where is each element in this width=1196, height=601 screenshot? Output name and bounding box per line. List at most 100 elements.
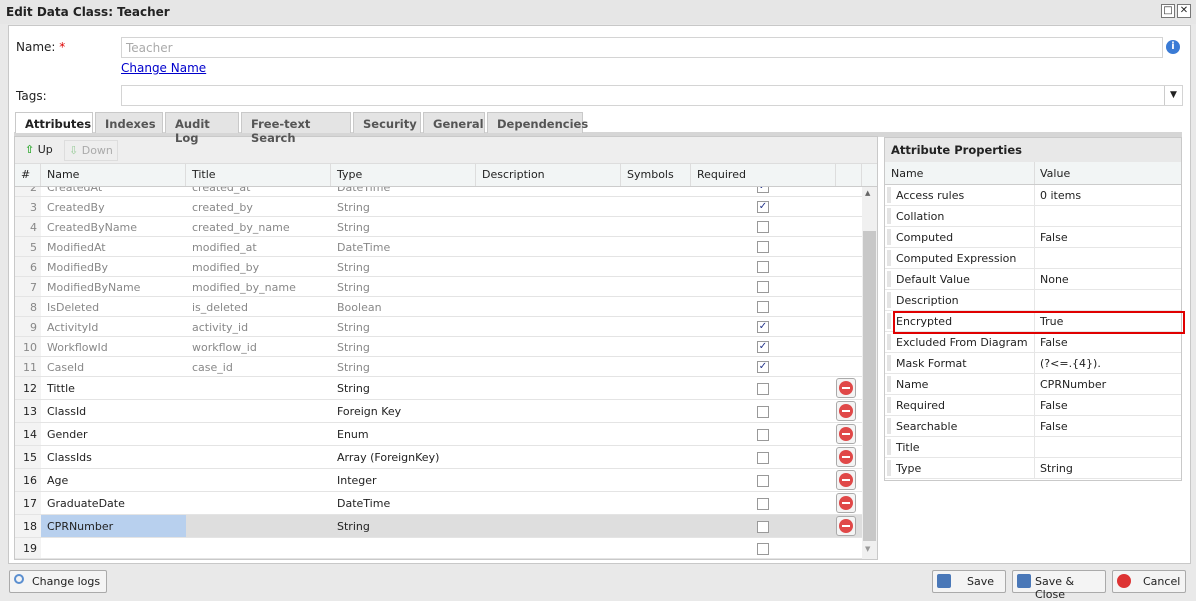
tab-audit-log[interactable]: Audit Log bbox=[165, 112, 239, 145]
cell-name[interactable]: ModifiedBy bbox=[41, 257, 186, 276]
required-checkbox[interactable]: ✓ bbox=[757, 187, 769, 193]
cell-title[interactable]: modified_at bbox=[192, 241, 257, 254]
property-row[interactable]: Required False bbox=[885, 395, 1181, 416]
table-row[interactable]: 11 CaseId case_id String ✓ bbox=[15, 357, 862, 377]
property-row[interactable]: Title bbox=[885, 437, 1181, 458]
cell-type[interactable]: String bbox=[337, 361, 370, 374]
cell-type[interactable]: String bbox=[337, 382, 370, 395]
cell-name[interactable]: ActivityId bbox=[41, 317, 186, 336]
property-value[interactable]: False bbox=[1040, 336, 1068, 349]
table-row[interactable]: 12 Tittle String bbox=[15, 377, 862, 400]
table-row[interactable]: 16 Age Integer bbox=[15, 469, 862, 492]
required-checkbox[interactable] bbox=[757, 451, 769, 464]
column-header-title[interactable]: Title bbox=[186, 164, 331, 186]
cell-name[interactable]: Tittle bbox=[41, 377, 186, 399]
delete-row-button[interactable] bbox=[836, 401, 856, 421]
cell-name[interactable]: Age bbox=[41, 469, 186, 491]
property-value[interactable]: CPRNumber bbox=[1040, 378, 1106, 391]
table-row[interactable]: 13 ClassId Foreign Key bbox=[15, 400, 862, 423]
cell-type[interactable]: Integer bbox=[337, 474, 377, 487]
cell-type[interactable]: String bbox=[337, 321, 370, 334]
table-row[interactable]: 9 ActivityId activity_id String ✓ bbox=[15, 317, 862, 337]
required-checkbox[interactable] bbox=[757, 221, 769, 233]
property-row[interactable]: Name CPRNumber bbox=[885, 374, 1181, 395]
cell-title[interactable]: modified_by_name bbox=[192, 281, 296, 294]
property-row[interactable]: Default Value None bbox=[885, 269, 1181, 290]
property-row[interactable]: Computed False bbox=[885, 227, 1181, 248]
up-button[interactable]: ⇧ Up bbox=[21, 140, 57, 161]
property-value[interactable]: String bbox=[1040, 462, 1073, 475]
table-row[interactable]: 8 IsDeleted is_deleted Boolean bbox=[15, 297, 862, 317]
cell-type[interactable]: String bbox=[337, 261, 370, 274]
table-row[interactable]: 7 ModifiedByName modified_by_name String bbox=[15, 277, 862, 297]
save-and-close-button[interactable]: Save & Close bbox=[1012, 570, 1106, 601]
cell-name[interactable]: IsDeleted bbox=[41, 297, 186, 316]
cell-name[interactable]: Gender bbox=[41, 423, 186, 445]
save-button[interactable]: Save bbox=[932, 570, 1006, 593]
cell-type[interactable]: String bbox=[337, 520, 370, 533]
required-checkbox[interactable] bbox=[757, 405, 769, 418]
required-checkbox[interactable] bbox=[757, 261, 769, 273]
cell-type[interactable]: String bbox=[337, 281, 370, 294]
property-value[interactable]: 0 items bbox=[1040, 189, 1081, 202]
table-row[interactable]: 15 ClassIds Array (ForeignKey) bbox=[15, 446, 862, 469]
grid-scrollbar[interactable]: ▲ ▼ bbox=[862, 187, 877, 559]
tab-dependencies[interactable]: Dependencies bbox=[487, 112, 588, 133]
column-header-description[interactable]: Description bbox=[476, 164, 621, 186]
cell-title[interactable]: is_deleted bbox=[192, 301, 248, 314]
delete-row-button[interactable] bbox=[836, 493, 856, 513]
cell-type[interactable]: Foreign Key bbox=[337, 405, 401, 418]
tab-indexes[interactable]: Indexes bbox=[95, 112, 163, 133]
required-checkbox[interactable] bbox=[757, 542, 769, 555]
delete-row-button[interactable] bbox=[836, 424, 856, 444]
change-logs-button[interactable]: Change logs bbox=[9, 570, 108, 593]
property-row[interactable]: Collation bbox=[885, 206, 1181, 227]
cell-name[interactable]: CreatedByName bbox=[41, 217, 186, 236]
close-button[interactable]: ✕ bbox=[1177, 4, 1191, 18]
required-checkbox[interactable] bbox=[757, 241, 769, 253]
table-row[interactable]: 2CreatedAt created_at DateTime ✓ bbox=[15, 187, 862, 197]
tab-general[interactable]: General bbox=[423, 112, 485, 133]
table-row[interactable]: 18 CPRNumber String bbox=[15, 515, 862, 538]
delete-row-button[interactable] bbox=[836, 516, 856, 536]
cell-type[interactable]: Enum bbox=[337, 428, 369, 441]
table-row[interactable]: 19 bbox=[15, 538, 862, 559]
table-row[interactable]: 3 CreatedBy created_by String ✓ bbox=[15, 197, 862, 217]
table-row[interactable]: 4 CreatedByName created_by_name String bbox=[15, 217, 862, 237]
delete-row-button[interactable] bbox=[836, 470, 856, 490]
required-checkbox[interactable] bbox=[757, 301, 769, 313]
required-checkbox[interactable] bbox=[757, 520, 769, 533]
column-header-number[interactable]: # bbox=[15, 164, 41, 186]
property-value[interactable]: (?<=.{4}). bbox=[1040, 357, 1101, 370]
name-input[interactable]: Teacher bbox=[121, 37, 1163, 58]
column-header-type[interactable]: Type bbox=[331, 164, 476, 186]
cell-type[interactable]: Array (ForeignKey) bbox=[337, 451, 439, 464]
table-row[interactable]: 17 GraduateDate DateTime bbox=[15, 492, 862, 515]
cell-title[interactable]: created_by_name bbox=[192, 221, 290, 234]
cell-type[interactable]: Boolean bbox=[337, 301, 382, 314]
required-checkbox[interactable]: ✓ bbox=[757, 321, 769, 333]
cell-type[interactable]: DateTime bbox=[337, 241, 390, 254]
cell-title[interactable]: created_by bbox=[192, 201, 253, 214]
cell-name[interactable]: CaseId bbox=[41, 357, 186, 376]
required-checkbox[interactable]: ✓ bbox=[757, 201, 769, 213]
cell-name[interactable]: CPRNumber bbox=[41, 515, 186, 537]
table-row[interactable]: 10 WorkflowId workflow_id String ✓ bbox=[15, 337, 862, 357]
cell-type[interactable]: String bbox=[337, 201, 370, 214]
property-row[interactable]: Excluded From Diagram False bbox=[885, 332, 1181, 353]
delete-row-button[interactable] bbox=[836, 447, 856, 467]
info-icon[interactable]: i bbox=[1166, 40, 1180, 54]
tab-security[interactable]: Security bbox=[353, 112, 421, 133]
property-row[interactable]: Searchable False bbox=[885, 416, 1181, 437]
cancel-button[interactable]: Cancel bbox=[1112, 570, 1186, 593]
required-checkbox[interactable] bbox=[757, 497, 769, 510]
required-checkbox[interactable] bbox=[757, 382, 769, 395]
tab-attributes[interactable]: Attributes bbox=[15, 112, 93, 133]
cell-name[interactable]: ModifiedAt bbox=[41, 237, 186, 256]
property-row[interactable]: Computed Expression bbox=[885, 248, 1181, 269]
tags-input[interactable] bbox=[121, 85, 1183, 106]
table-row[interactable]: 14 Gender Enum bbox=[15, 423, 862, 446]
cell-name[interactable]: ClassId bbox=[41, 400, 186, 422]
tags-dropdown-chevron-icon[interactable]: ▼ bbox=[1164, 86, 1182, 105]
cell-title[interactable]: created_at bbox=[192, 187, 250, 194]
